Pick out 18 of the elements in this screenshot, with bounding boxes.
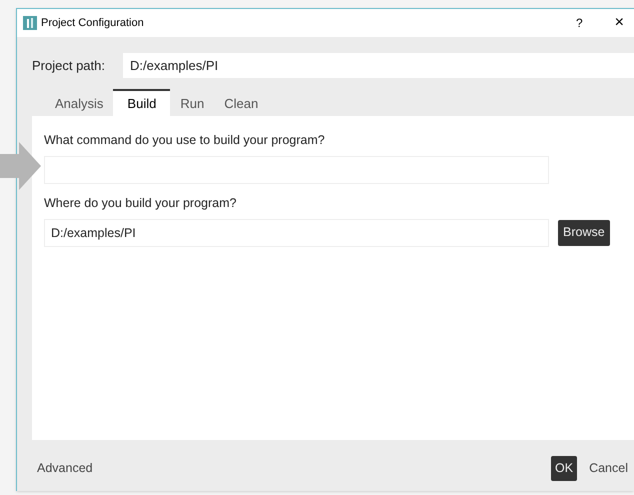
app-icon bbox=[23, 16, 37, 30]
tab[interactable]: Clean bbox=[214, 91, 268, 116]
tab[interactable]: Run bbox=[170, 91, 214, 116]
tab[interactable]: Analysis bbox=[45, 91, 114, 116]
arrow-icon bbox=[0, 142, 41, 190]
advanced-button[interactable]: Advanced bbox=[37, 459, 93, 478]
build-dir-label: Where do you build your program? bbox=[44, 194, 238, 212]
close-button[interactable]: × bbox=[614, 11, 624, 35]
help-button[interactable]: ? bbox=[576, 14, 583, 32]
build-dir-field[interactable]: D:/examples/PI bbox=[44, 218, 549, 246]
tab[interactable]: Build bbox=[113, 89, 170, 116]
ok-button[interactable]: OK bbox=[551, 456, 578, 481]
project-path-label: Project path: bbox=[32, 56, 106, 75]
cancel-button[interactable]: Cancel bbox=[589, 459, 628, 478]
command-label: What command do you use to build your program? bbox=[44, 132, 326, 149]
window-title: Project Configuration bbox=[41, 16, 144, 31]
project-path-field[interactable]: D:/examples/PI bbox=[123, 53, 634, 78]
browse-button[interactable]: Browse bbox=[558, 220, 610, 246]
